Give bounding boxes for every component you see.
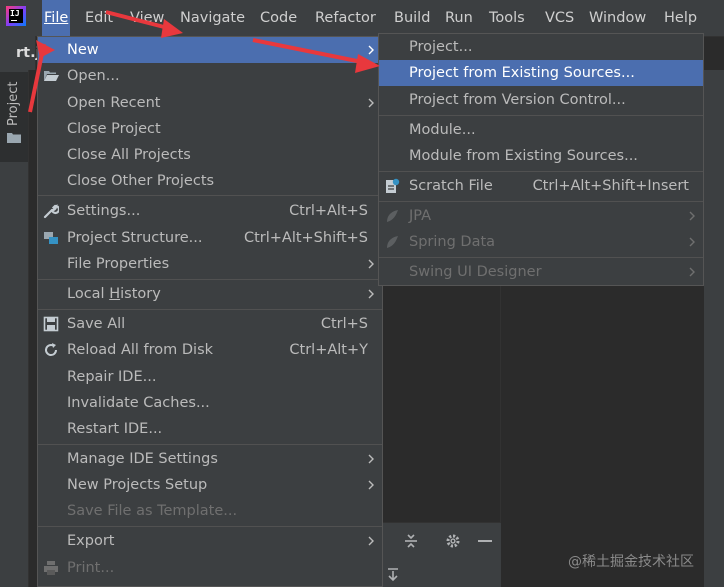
collapse-all-icon[interactable] (402, 532, 420, 550)
file-menu-close-all-projects[interactable]: Close All Projects (38, 142, 382, 168)
file-menu-invalidate-caches[interactable]: Invalidate Caches... (38, 390, 382, 416)
project-tool-label: Project (6, 81, 21, 126)
new-project-from-existing-sources[interactable]: Project from Existing Sources... (379, 60, 703, 86)
new-submenu: Project... Project from Existing Sources… (378, 33, 704, 286)
file-menu-file-properties[interactable]: File Properties (38, 251, 382, 277)
file-menu-open[interactable]: Open... (38, 63, 382, 89)
chevron-right-icon (689, 237, 695, 247)
folder-icon (7, 133, 21, 143)
refresh-icon (45, 343, 58, 356)
chevron-right-icon (368, 98, 374, 108)
file-menu-open-recent[interactable]: Open Recent (38, 90, 382, 116)
menu-separator (38, 195, 382, 196)
file-menu: New Open... Open Recent Close Project Cl… (37, 36, 383, 587)
file-menu-new[interactable]: New (38, 37, 382, 63)
menu-vcs[interactable]: VCS (543, 0, 576, 36)
menu-build[interactable]: Build (392, 0, 432, 36)
open-folder-icon (44, 71, 59, 81)
file-menu-save-as-template[interactable]: Save File as Template... (38, 498, 382, 524)
new-spring-data[interactable]: Spring Data (379, 229, 703, 255)
menu-bar: IJ File Edit View Navigate Code Refactor… (0, 0, 724, 37)
wrench-icon (43, 203, 59, 219)
menu-edit[interactable]: Edit (83, 0, 115, 36)
menu-separator (379, 201, 703, 202)
hide-panel-icon[interactable] (476, 532, 494, 550)
menu-tools[interactable]: Tools (487, 0, 527, 36)
file-menu-restart-ide[interactable]: Restart IDE... (38, 416, 382, 442)
file-menu-reload-all[interactable]: Reload All from Disk Ctrl+Alt+Y (38, 337, 382, 363)
project-structure-icon (44, 232, 58, 244)
file-menu-project-structure[interactable]: Project Structure... Ctrl+Alt+Shift+S (38, 225, 382, 251)
menu-navigate[interactable]: Navigate (178, 0, 247, 36)
menu-refactor[interactable]: Refactor (313, 0, 378, 36)
save-icon (43, 316, 59, 332)
new-module[interactable]: Module... (379, 117, 703, 143)
file-menu-repair-ide[interactable]: Repair IDE... (38, 364, 382, 390)
spring-data-icon (387, 236, 398, 248)
menu-help[interactable]: Help (662, 0, 699, 36)
watermark: @稀土掘金技术社区 (568, 554, 694, 570)
chevron-right-icon (368, 480, 374, 490)
chevron-right-icon (368, 289, 374, 299)
menu-run[interactable]: Run (443, 0, 475, 36)
file-menu-close-project[interactable]: Close Project (38, 116, 382, 142)
chevron-right-icon (368, 259, 374, 269)
new-jpa[interactable]: JPA (379, 203, 703, 229)
menu-separator (38, 526, 382, 527)
file-menu-new-projects-setup[interactable]: New Projects Setup (38, 472, 382, 498)
file-menu-manage-ide-settings[interactable]: Manage IDE Settings (38, 446, 382, 472)
gear-icon[interactable] (444, 532, 462, 550)
scroll-down-icon[interactable] (384, 566, 402, 584)
chevron-right-icon (368, 536, 374, 546)
menu-view[interactable]: View (128, 0, 166, 36)
new-project-from-vcs[interactable]: Project from Version Control... (379, 87, 703, 113)
menu-separator (38, 309, 382, 310)
menu-window[interactable]: Window (587, 0, 648, 36)
intellij-logo-icon[interactable]: IJ (6, 6, 26, 26)
file-menu-print[interactable]: Print... (38, 555, 382, 581)
right-tool-stripe (704, 70, 724, 587)
jpa-icon (387, 210, 398, 222)
new-swing-ui-designer[interactable]: Swing UI Designer (379, 259, 703, 285)
menu-separator (379, 115, 703, 116)
menu-separator (38, 279, 382, 280)
new-scratch-file[interactable]: Scratch File Ctrl+Alt+Shift+Insert (379, 173, 703, 199)
menu-separator (379, 257, 703, 258)
chevron-right-icon (689, 267, 695, 277)
menu-file[interactable]: File (42, 0, 71, 36)
file-menu-local-history[interactable]: Local History (38, 281, 382, 307)
menu-code[interactable]: Code (258, 0, 299, 36)
file-menu-export[interactable]: Export (38, 528, 382, 554)
file-menu-save-all[interactable]: Save All Ctrl+S (38, 311, 382, 337)
print-icon (44, 561, 58, 575)
file-menu-close-other-projects[interactable]: Close Other Projects (38, 168, 382, 194)
chevron-right-icon (368, 454, 374, 464)
scratch-file-icon (386, 178, 400, 193)
new-module-from-existing-sources[interactable]: Module from Existing Sources... (379, 143, 703, 169)
chevron-right-icon (689, 211, 695, 221)
menu-separator (38, 444, 382, 445)
menu-separator (379, 171, 703, 172)
chevron-right-icon (368, 45, 374, 55)
file-menu-settings[interactable]: Settings... Ctrl+Alt+S (38, 198, 382, 224)
new-project[interactable]: Project... (379, 34, 703, 60)
